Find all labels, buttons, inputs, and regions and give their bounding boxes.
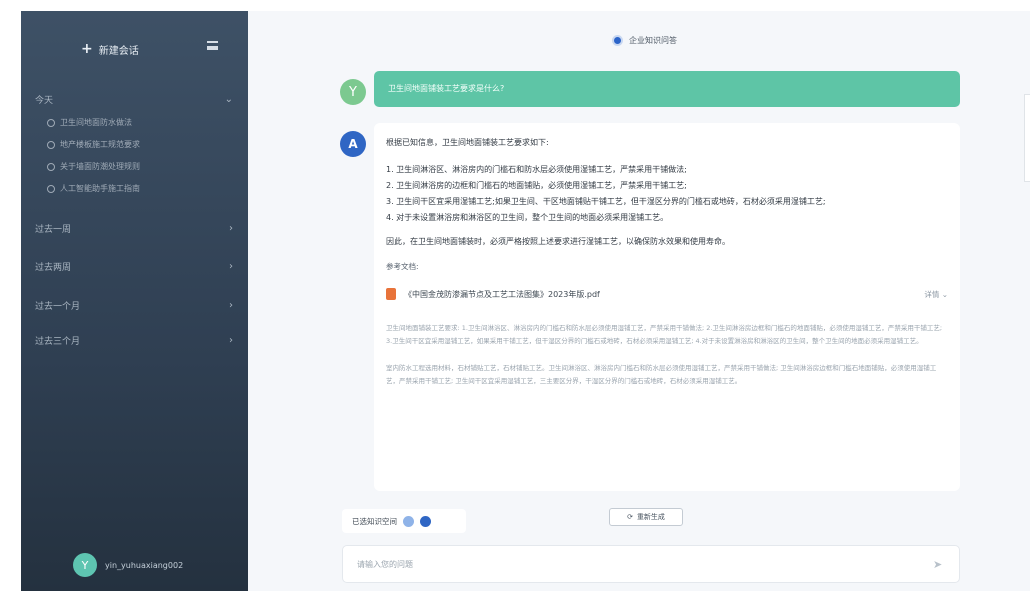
chat-icon [47, 184, 55, 193]
history-item-label: 卫生间地面防水做法 [60, 118, 132, 127]
group-label: 今天 [35, 96, 54, 106]
chevron-right-icon: › [229, 261, 233, 272]
group-past-week[interactable]: 过去一周 › [31, 222, 237, 235]
answer-list: 1. 卫生间淋浴区、淋浴房内的门槛石和防水层必须使用湿铺工艺，严禁采用干铺做法;… [386, 162, 948, 226]
kb-title-text: 企业知识问答 [629, 36, 677, 45]
group-past-three-months[interactable]: 过去三个月 › [31, 334, 237, 347]
pdf-icon [386, 288, 396, 300]
question-text: 卫生间地面铺装工艺要求是什么? [388, 84, 505, 93]
plus-icon: + [81, 41, 93, 57]
reference-excerpt: 室内防水工程选用材料，石材铺贴工艺，石材铺贴工艺。卫生间淋浴区、淋浴房内门槛石和… [386, 364, 937, 385]
chevron-right-icon: › [229, 300, 233, 311]
chevron-right-icon: › [229, 223, 233, 234]
answer-item: 2. 卫生间淋浴房的边框和门槛石的地面铺贴，必须使用湿铺工艺，严禁采用干铺工艺; [386, 181, 687, 190]
regenerate-button[interactable]: ⟳ 重新生成 [609, 508, 683, 526]
kb-title: 企业知识问答 [612, 35, 677, 46]
kb-selector-label: 已选知识空间 [352, 516, 397, 526]
chevron-down-icon: ⌄ [224, 94, 233, 105]
chat-icon [47, 140, 55, 149]
user-avatar: Y [340, 79, 366, 105]
reference-label: 参考文档: [386, 262, 419, 271]
answer-intro: 根据已知信息，卫生间地面铺装工艺要求如下: [386, 138, 549, 147]
history-item-label: 人工智能助手施工指南 [60, 184, 140, 193]
history-item[interactable]: 关于墙面防潮处理规则 [47, 161, 140, 172]
group-today[interactable]: 今天 ⌄ [31, 93, 237, 106]
assistant-avatar: A [340, 131, 366, 157]
answer-conclusion: 因此，在卫生间地面铺装时，必须严格按照上述要求进行湿铺工艺，以确保防水效果和使用… [386, 237, 730, 246]
answer-item: 4. 对于未设置淋浴房和淋浴区的卫生间，整个卫生间的地面必须采用湿铺工艺。 [386, 213, 669, 222]
message-input[interactable]: 请输入您的问题 ➤ [342, 545, 960, 583]
chat-icon [47, 162, 55, 171]
answer-card: 根据已知信息，卫生间地面铺装工艺要求如下: 1. 卫生间淋浴区、淋浴房内的门槛石… [374, 123, 960, 491]
group-past-month[interactable]: 过去一个月 › [31, 299, 237, 312]
avatar: Y [73, 553, 97, 577]
kb-space-icon[interactable] [403, 515, 414, 527]
new-chat-button[interactable]: + 新建会话 [81, 41, 139, 57]
history-item-label: 关于墙面防潮处理规则 [60, 162, 140, 171]
send-icon[interactable]: ➤ [933, 558, 945, 571]
question-bubble: 卫生间地面铺装工艺要求是什么? [374, 71, 960, 107]
kb-icon [612, 35, 623, 46]
refresh-icon: ⟳ [627, 513, 633, 521]
group-label: 过去三个月 [35, 337, 81, 347]
history-item[interactable]: 卫生间地面防水做法 [47, 117, 132, 128]
answer-item: 1. 卫生间淋浴区、淋浴房内的门槛石和防水层必须使用湿铺工艺，严禁采用干铺做法; [386, 165, 687, 174]
user-name: yin_yuhuaxiang002 [105, 560, 184, 570]
chevron-right-icon: › [229, 335, 233, 346]
sidebar: + 新建会话 今天 ⌄ 卫生间地面防水做法 地产楼板施工规范要求 关于墙面防潮处… [21, 11, 248, 591]
new-chat-label: 新建会话 [98, 45, 139, 57]
user-profile[interactable]: Y yin_yuhuaxiang002 [73, 553, 183, 577]
reference-excerpt: 卫生间地面铺装工艺要求: 1.卫生间淋浴区、淋浴房内的门槛石和防水层必须使用湿铺… [386, 324, 943, 345]
kb-add-icon[interactable] [420, 515, 431, 527]
input-placeholder: 请输入您的问题 [357, 559, 413, 569]
reference-detail-toggle[interactable]: 详情 ⌄ [924, 289, 948, 300]
history-item[interactable]: 人工智能助手施工指南 [47, 183, 140, 194]
history-item[interactable]: 地产楼板施工规范要求 [47, 139, 140, 150]
kb-selector[interactable]: 已选知识空间 [342, 509, 466, 533]
group-past-two-weeks[interactable]: 过去两周 › [31, 260, 237, 273]
group-label: 过去一个月 [35, 302, 81, 312]
chat-main: 企业知识问答 Y 卫生间地面铺装工艺要求是什么? A 根据已知信息，卫生间地面铺… [248, 11, 1030, 591]
reference-file-name: 《中国金茂防渗漏节点及工艺工法图集》2023年版.pdf [404, 289, 600, 299]
history-item-label: 地产楼板施工规范要求 [60, 140, 140, 149]
group-label: 过去两周 [35, 263, 72, 273]
menu-icon[interactable] [207, 41, 218, 50]
answer-item: 3. 卫生间干区宜采用湿铺工艺;如果卫生间、干区地面铺贴干铺工艺，但干湿区分界的… [386, 197, 826, 206]
chat-icon [47, 118, 55, 127]
side-panel-edge [1024, 94, 1030, 182]
regenerate-label: 重新生成 [636, 513, 665, 521]
group-label: 过去一周 [35, 225, 72, 235]
reference-file[interactable]: 《中国金茂防渗漏节点及工艺工法图集》2023年版.pdf 详情 ⌄ [386, 288, 948, 300]
